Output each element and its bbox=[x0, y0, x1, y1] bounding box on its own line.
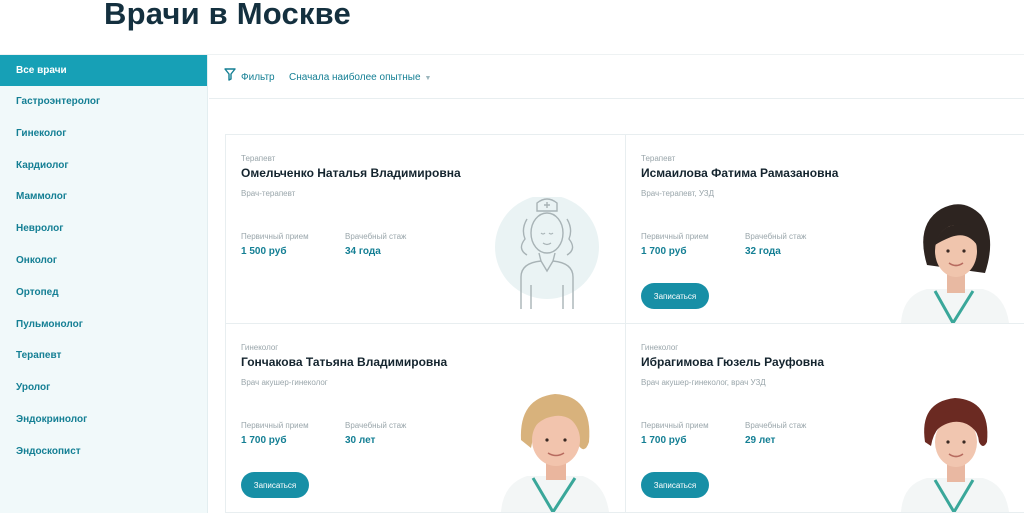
sidebar-item-gynecologist[interactable]: Гинеколог bbox=[0, 118, 207, 150]
sort-dropdown[interactable]: Сначала наиболее опытные ▼ bbox=[289, 72, 431, 83]
chevron-down-icon: ▼ bbox=[424, 74, 432, 82]
doctor-name[interactable]: Исмаилова Фатима Рамазановна bbox=[641, 166, 838, 180]
doctor-position: Врач-терапевт bbox=[241, 189, 296, 198]
filter-icon bbox=[224, 68, 236, 86]
sort-label: Сначала наиболее опытные bbox=[289, 72, 421, 83]
sidebar-item-cardiologist[interactable]: Кардиолог bbox=[0, 150, 207, 182]
sidebar-item-endocrinologist[interactable]: Эндокринолог bbox=[0, 404, 207, 436]
sidebar-item-mammologist[interactable]: Маммолог bbox=[0, 181, 207, 213]
experience-value: 30 лет bbox=[345, 435, 376, 446]
doctor-position: Врач акушер-гинеколог, врач УЗД bbox=[641, 378, 766, 387]
filter-button[interactable]: Фильтр bbox=[224, 68, 275, 86]
experience-value: 34 года bbox=[345, 246, 381, 257]
doctor-photo bbox=[501, 384, 609, 512]
sidebar-item-pulmonologist[interactable]: Пульмонолог bbox=[0, 309, 207, 341]
page-title: Врачи в Москве bbox=[104, 0, 351, 31]
price-value: 1 700 руб bbox=[241, 435, 287, 446]
price-value: 1 700 руб bbox=[641, 246, 687, 257]
price-value: 1 500 руб bbox=[241, 246, 287, 257]
experience-value: 29 лет bbox=[745, 435, 776, 446]
doctor-grid: Терапевт Омельченко Наталья Владимировна… bbox=[225, 134, 1024, 513]
sidebar-item-orthopedist[interactable]: Ортопед bbox=[0, 277, 207, 309]
book-appointment-button[interactable]: Записаться bbox=[641, 283, 709, 309]
sidebar-item-endoscopist[interactable]: Эндоскопист bbox=[0, 436, 207, 468]
doctor-name[interactable]: Омельченко Наталья Владимировна bbox=[241, 166, 461, 180]
price-label: Первичный прием bbox=[241, 232, 309, 241]
doctor-photo bbox=[901, 195, 1009, 323]
sidebar-item-all-doctors[interactable]: Все врачи bbox=[0, 55, 207, 86]
specialty-sidebar: Все врачи Гастроэнтеролог Гинеколог Кард… bbox=[0, 55, 208, 513]
doctor-position: Врач акушер-гинеколог bbox=[241, 378, 328, 387]
experience-value: 32 года bbox=[745, 246, 781, 257]
doctor-position: Врач-терапевт, УЗД bbox=[641, 189, 715, 198]
doctor-specialty: Гинеколог bbox=[641, 343, 679, 352]
experience-label: Врачебный стаж bbox=[745, 232, 807, 241]
sidebar-item-therapist[interactable]: Терапевт bbox=[0, 340, 207, 372]
sidebar-item-gastroenterologist[interactable]: Гастроэнтеролог bbox=[0, 86, 207, 118]
doctor-card[interactable]: Гинеколог Гончакова Татьяна Владимировна… bbox=[226, 324, 626, 513]
doctor-specialty: Гинеколог bbox=[241, 343, 279, 352]
price-label: Первичный прием bbox=[641, 232, 709, 241]
price-value: 1 700 руб bbox=[641, 435, 687, 446]
price-label: Первичный прием bbox=[241, 421, 309, 430]
sidebar-item-urologist[interactable]: Уролог bbox=[0, 372, 207, 404]
doctor-card[interactable]: Терапевт Исмаилова Фатима Рамазановна Вр… bbox=[626, 135, 1024, 324]
book-appointment-button[interactable]: Записаться bbox=[241, 472, 309, 498]
experience-label: Врачебный стаж bbox=[345, 421, 407, 430]
filter-toolbar: Фильтр Сначала наиболее опытные ▼ bbox=[209, 55, 1024, 99]
doctor-card[interactable]: Гинеколог Ибрагимова Гюзель Рауфовна Вра… bbox=[626, 324, 1024, 513]
filter-label: Фильтр bbox=[241, 71, 275, 83]
doctor-name[interactable]: Ибрагимова Гюзель Рауфовна bbox=[641, 355, 824, 369]
doctor-photo bbox=[901, 384, 1009, 512]
doctor-specialty: Терапевт bbox=[241, 154, 276, 163]
price-label: Первичный прием bbox=[641, 421, 709, 430]
doctor-name[interactable]: Гончакова Татьяна Владимировна bbox=[241, 355, 447, 369]
experience-label: Врачебный стаж bbox=[745, 421, 807, 430]
experience-label: Врачебный стаж bbox=[345, 232, 407, 241]
doctor-card[interactable]: Терапевт Омельченко Наталья Владимировна… bbox=[226, 135, 626, 324]
book-appointment-button[interactable]: Записаться bbox=[641, 472, 709, 498]
placeholder-avatar-icon bbox=[491, 195, 603, 309]
sidebar-item-neurologist[interactable]: Невролог bbox=[0, 213, 207, 245]
sidebar-item-oncologist[interactable]: Онколог bbox=[0, 245, 207, 277]
doctor-specialty: Терапевт bbox=[641, 154, 676, 163]
